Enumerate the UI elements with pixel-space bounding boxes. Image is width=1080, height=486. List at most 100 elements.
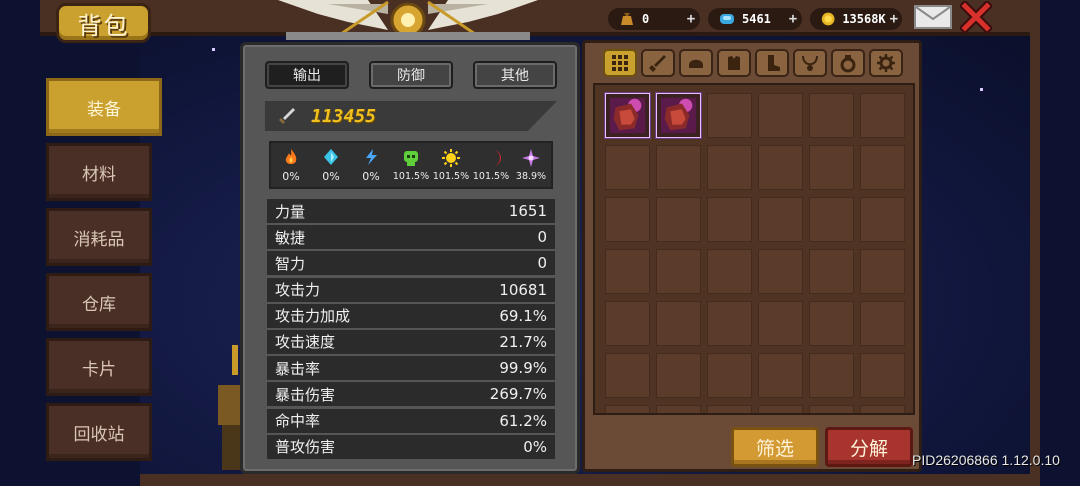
inventory-slot-empty[interactable] [605, 145, 650, 190]
inventory-slot-empty[interactable] [605, 249, 650, 294]
inventory-slot-empty[interactable] [860, 301, 905, 346]
decompose-button[interactable]: 分解 [825, 427, 913, 467]
add-currency-button[interactable]: + [886, 11, 902, 27]
currency-value: 0 [642, 12, 650, 26]
sidebar-item-equipment[interactable]: 装备 [46, 78, 162, 136]
element-poison: 101.5% [391, 148, 431, 182]
currency-gem[interactable]: 5461 + [708, 8, 802, 30]
inventory-slot-empty[interactable] [605, 353, 650, 398]
tab-defense[interactable]: 防御 [369, 61, 453, 89]
inventory-slot-empty[interactable] [656, 301, 701, 346]
inventory-slot-empty[interactable] [707, 353, 752, 398]
inventory-slot-empty[interactable] [656, 145, 701, 190]
stat-label: 命中率 [275, 412, 321, 430]
tab-helmet[interactable] [679, 49, 713, 77]
inventory-slot-empty[interactable] [758, 405, 803, 413]
tab-output[interactable]: 输出 [265, 61, 349, 89]
inventory-slot-empty[interactable] [860, 93, 905, 138]
stat-row-strength: 力量 1651 [267, 199, 555, 223]
inventory-slot-empty[interactable] [758, 145, 803, 190]
stat-value: 0 [537, 228, 547, 247]
inventory-slot-empty[interactable] [656, 249, 701, 294]
stat-row-attack-speed: 攻击速度 21.7% [267, 329, 555, 354]
element-value: 101.5% [432, 171, 470, 182]
gear-icon [877, 54, 895, 72]
sidebar-item-cards[interactable]: 卡片 [46, 338, 152, 396]
inventory-slot-empty[interactable] [605, 197, 650, 242]
fire-icon [285, 149, 297, 164]
sidebar-item-warehouse[interactable]: 仓库 [46, 273, 152, 331]
inventory-slot-empty[interactable] [656, 353, 701, 398]
inventory-slot-empty[interactable] [809, 405, 854, 413]
inventory-slot-empty[interactable] [860, 353, 905, 398]
ice-crystal-icon [324, 149, 338, 165]
inventory-slot-empty[interactable] [860, 249, 905, 294]
inventory-slot-empty[interactable] [758, 249, 803, 294]
inventory-slot-empty[interactable] [758, 93, 803, 138]
tab-armor[interactable] [717, 49, 751, 77]
sidebar-item-consumables[interactable]: 消耗品 [46, 208, 152, 266]
inventory-slot-empty[interactable] [707, 93, 752, 138]
right-frame [1030, 28, 1040, 486]
inventory-slot-empty[interactable] [707, 301, 752, 346]
gold-coin-icon [821, 12, 835, 26]
sidebar-item-materials[interactable]: 材料 [46, 143, 152, 201]
element-value: 0% [322, 170, 340, 183]
inventory-slot-item[interactable] [605, 93, 650, 138]
inventory-slot-empty[interactable] [656, 405, 701, 413]
stat-value: 269.7% [489, 385, 547, 404]
add-currency-button[interactable]: + [682, 11, 700, 27]
stat-label: 普攻伤害 [275, 438, 336, 457]
inventory-slot-empty[interactable] [758, 197, 803, 242]
attribute-list: 力量 1651 敏捷 0 智力 0 攻击力 10681 攻击力加成 69.1% 攻击速度 2… [267, 199, 555, 461]
combat-power-bar: 113455 [265, 101, 557, 131]
inventory-slot-empty[interactable] [809, 93, 854, 138]
inventory-slot-empty[interactable] [707, 145, 752, 190]
stat-label: 暴击率 [275, 359, 321, 378]
tab-boots[interactable] [755, 49, 789, 77]
inventory-slot-empty[interactable] [656, 197, 701, 242]
tab-other[interactable]: 其他 [473, 61, 557, 89]
inventory-slot-empty[interactable] [758, 353, 803, 398]
sidebar-item-recycle-bin[interactable]: 回收站 [46, 403, 152, 461]
inventory-slot-empty[interactable] [758, 301, 803, 346]
inventory-slot-empty[interactable] [809, 145, 854, 190]
tab-necklace[interactable] [793, 49, 827, 77]
inventory-slot-empty[interactable] [707, 197, 752, 242]
inventory-slot-empty[interactable] [860, 405, 905, 413]
inventory-slot-empty[interactable] [605, 405, 650, 413]
inventory-slot-empty[interactable] [809, 197, 854, 242]
tab-misc[interactable] [869, 49, 903, 77]
helmet-icon [689, 59, 703, 68]
stat-label: 攻击速度 [275, 333, 336, 352]
stat-value: 10681 [499, 280, 547, 299]
tab-all[interactable] [603, 49, 637, 77]
currency-bag[interactable]: 0 + [608, 8, 700, 30]
element-dark: 101.5% [471, 148, 511, 182]
stat-value: 69.1% [499, 306, 547, 325]
inventory-slot-empty[interactable] [707, 249, 752, 294]
inventory-slot-empty[interactable] [707, 405, 752, 413]
inventory-slot-empty[interactable] [860, 145, 905, 190]
inventory-slot-empty[interactable] [809, 353, 854, 398]
element-stats: 0% 0% 0% 101.5% 101.5% 101.5% 38.9% [269, 141, 553, 189]
inventory-slot-empty[interactable] [809, 301, 854, 346]
inventory-panel: 筛选 分解 [582, 40, 922, 472]
filter-button[interactable]: 筛选 [731, 427, 819, 467]
tab-weapon[interactable] [641, 49, 675, 77]
close-icon[interactable] [960, 1, 992, 33]
element-arcane: 38.9% [511, 148, 551, 182]
element-value: 38.9% [515, 171, 547, 182]
add-currency-button[interactable]: + [784, 11, 802, 27]
inventory-slot-empty[interactable] [809, 249, 854, 294]
inventory-slot-item[interactable] [656, 93, 701, 138]
inventory-slot-empty[interactable] [860, 197, 905, 242]
tab-ring[interactable] [831, 49, 865, 77]
stat-label: 攻击力加成 [275, 307, 351, 326]
stat-row-intelligence: 智力 0 [267, 251, 555, 276]
inventory-slot-empty[interactable] [605, 301, 650, 346]
stat-label: 暴击伤害 [275, 385, 336, 404]
sword-icon [649, 55, 666, 72]
mail-icon[interactable] [913, 3, 953, 31]
currency-coin[interactable]: 13568K + [810, 8, 902, 30]
